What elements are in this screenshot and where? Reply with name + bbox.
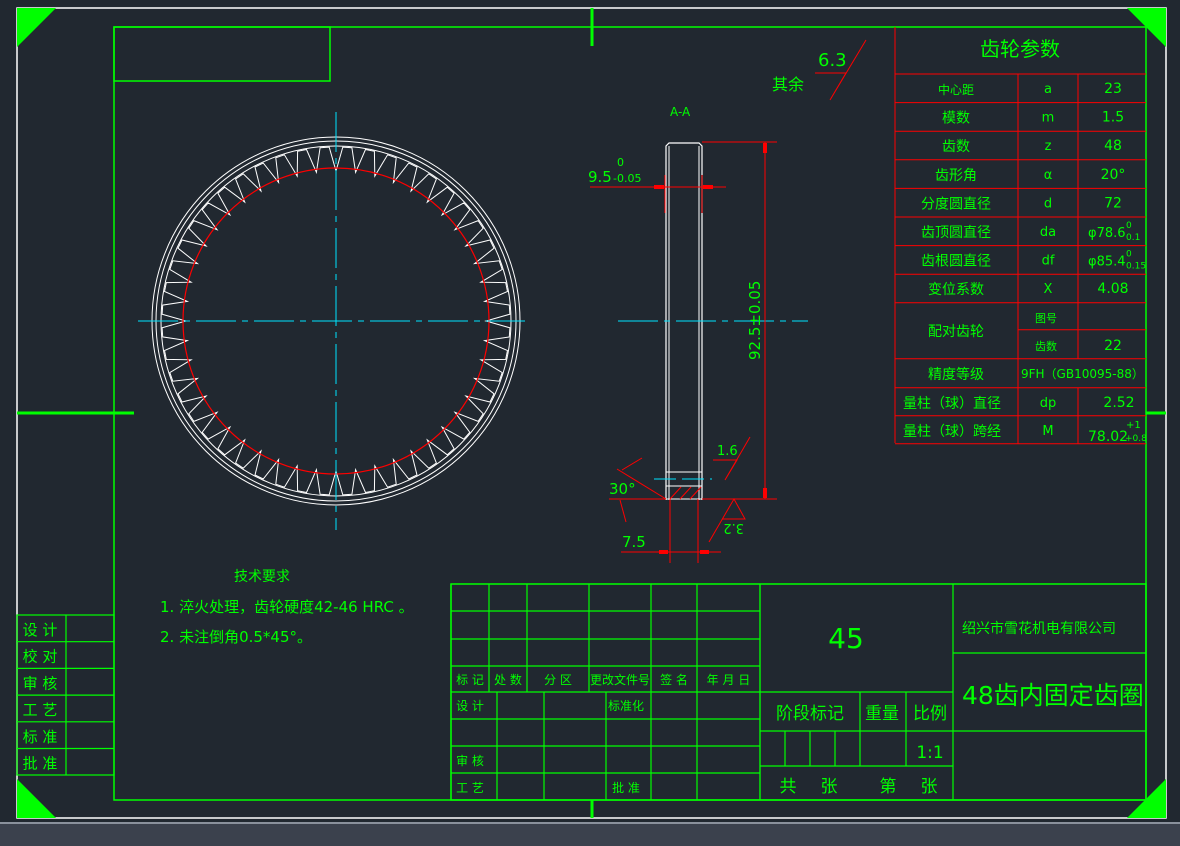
- revision-header: 更改文件号: [590, 672, 650, 687]
- pin-span-label: 量柱（球）跨经: [903, 424, 1001, 440]
- tech-req-item-1: 1. 淬火处理，齿轮硬度42-46 HRC 。: [160, 598, 414, 616]
- side-table-label: 标 准: [23, 728, 58, 746]
- param-tol-upper: 0: [1126, 221, 1132, 231]
- mating-drawing-no-label: 图号: [1035, 312, 1057, 325]
- revision-header: 处 数: [494, 672, 522, 687]
- mating-teeth-value: 22: [1104, 338, 1122, 354]
- side-approval-table: 设 计校 对审 核工 艺标 准批 准: [16, 614, 115, 776]
- pin-dia-label: 量柱（球）直径: [903, 395, 1001, 412]
- revision-header: 标 记: [456, 673, 484, 687]
- width-tol-upper: 0: [617, 156, 624, 169]
- section-view: A-A 9.5 0 -0.05 92.5±0.05 7.5 30° 1.6 3.…: [588, 105, 808, 563]
- gear-params-title: 齿轮参数: [980, 37, 1060, 61]
- tech-requirements: 技术要求 1. 淬火处理，齿轮硬度42-46 HRC 。 2. 未注倒角0.5*…: [160, 569, 414, 646]
- param-value: φ78.6: [1088, 226, 1126, 241]
- weight-label: 重量: [865, 704, 899, 724]
- pin-dia-value: 2.52: [1103, 395, 1134, 411]
- mating-teeth-label: 齿数: [1035, 340, 1057, 353]
- param-symbol: X: [1044, 282, 1053, 297]
- param-symbol: a: [1044, 82, 1052, 97]
- pin-span-tol-upper: +1: [1126, 420, 1141, 431]
- surface-finish-value: 6.3: [818, 50, 847, 71]
- roughness-top-text: 1.6: [717, 444, 738, 459]
- width-dim-text: 9.5: [588, 168, 612, 186]
- param-name: 中心距: [938, 82, 974, 97]
- height-dim-text: 92.5±0.05: [746, 281, 764, 360]
- revision-header: 分 区: [544, 673, 572, 687]
- stage-mark-label: 阶段标记: [776, 704, 844, 724]
- param-tol-lower: 0.1: [1126, 233, 1140, 243]
- sign-row-label: 设 计: [456, 699, 484, 713]
- param-value: 23: [1104, 81, 1122, 97]
- mating-gear-label: 配对齿轮: [928, 324, 984, 340]
- param-value: 20°: [1101, 167, 1126, 183]
- roughness-bottom-text: 3.2: [723, 520, 744, 535]
- tech-req-title: 技术要求: [234, 569, 290, 585]
- approve-label: 批 准: [612, 780, 640, 795]
- param-value: 1.5: [1102, 110, 1124, 126]
- tech-req-item-2: 2. 未注倒角0.5*45°。: [160, 628, 312, 646]
- param-name: 变位系数: [928, 282, 984, 298]
- pin-dia-symbol: dp: [1040, 396, 1057, 411]
- gear-params-table: 齿轮参数 中心距 a 23 模数 m 1.5 齿数 z 48 齿形角 α 20° 分度圆直径 d 72 齿顶圆…: [894, 27, 1147, 445]
- scale-value: 1:1: [916, 743, 943, 763]
- param-symbol: df: [1042, 254, 1055, 269]
- param-symbol: d: [1044, 196, 1052, 211]
- status-bar: [0, 822, 1180, 846]
- revision-header: 签 名: [660, 672, 688, 687]
- pin-span-symbol: M: [1042, 424, 1053, 439]
- bottom-dim-text: 7.5: [622, 533, 646, 551]
- param-symbol: α: [1044, 168, 1053, 183]
- param-symbol: m: [1042, 111, 1055, 126]
- param-symbol: da: [1040, 225, 1056, 240]
- param-symbol: z: [1045, 139, 1052, 154]
- surface-finish-note: 其余 6.3: [772, 39, 867, 101]
- chamfer-angle-text: 30°: [609, 480, 636, 498]
- sheet-no-label: 第: [880, 777, 897, 797]
- param-value: 48: [1104, 138, 1122, 154]
- surface-finish-label: 其余: [772, 75, 804, 94]
- sheets-total-label: 共: [780, 777, 797, 797]
- gear-front-view: [138, 112, 525, 530]
- drawing-name: 48齿内固定齿圈: [962, 681, 1144, 710]
- param-value: 72: [1104, 195, 1122, 211]
- param-tol-upper: 0: [1126, 250, 1132, 260]
- param-name: 齿根圆直径: [921, 253, 991, 270]
- sign-row-label: 审 核: [456, 753, 484, 768]
- param-name: 分度圆直径: [921, 195, 991, 212]
- side-table-label: 校 对: [23, 648, 58, 666]
- width-tol-lower: -0.05: [613, 172, 641, 185]
- material-text: 45: [828, 622, 864, 655]
- side-table-label: 批 准: [23, 755, 58, 773]
- scale-label: 比例: [913, 704, 947, 724]
- revision-header: 年 月 日: [707, 673, 751, 687]
- drawing-number-box: [113, 26, 331, 82]
- pin-span-tol-lower: +0.8: [1125, 434, 1147, 444]
- param-value: φ85.4: [1088, 255, 1126, 270]
- side-table-label: 审 核: [23, 674, 58, 692]
- param-name: 齿数: [942, 139, 970, 155]
- param-tol-lower: 0.15: [1126, 262, 1146, 272]
- pin-span-value: 78.02: [1088, 429, 1128, 445]
- company-name: 绍兴市雪花机电有限公司: [962, 620, 1116, 637]
- section-label: A-A: [670, 105, 691, 119]
- accuracy-value: 9FH（GB10095-88）: [1021, 367, 1144, 381]
- section-hatch: [669, 486, 702, 500]
- param-name: 齿顶圆直径: [921, 224, 991, 241]
- param-name: 模数: [942, 111, 970, 127]
- sheets-unit-label-2: 张: [921, 777, 938, 797]
- accuracy-label: 精度等级: [928, 366, 984, 383]
- corner-mark-top-left: [17, 8, 56, 47]
- param-value: 4.08: [1097, 281, 1128, 297]
- sheets-unit-label: 张: [821, 777, 838, 797]
- standardization-label: 标准化: [608, 699, 644, 713]
- drawing-canvas[interactable]: A-A 9.5 0 -0.05 92.5±0.05 7.5 30° 1.6 3.…: [0, 0, 1180, 822]
- sign-row-label: 工 艺: [456, 781, 484, 795]
- side-table-label: 工 艺: [23, 701, 58, 719]
- side-table-label: 设 计: [23, 621, 58, 639]
- corner-mark-bottom-left: [17, 779, 56, 818]
- param-name: 齿形角: [935, 168, 977, 184]
